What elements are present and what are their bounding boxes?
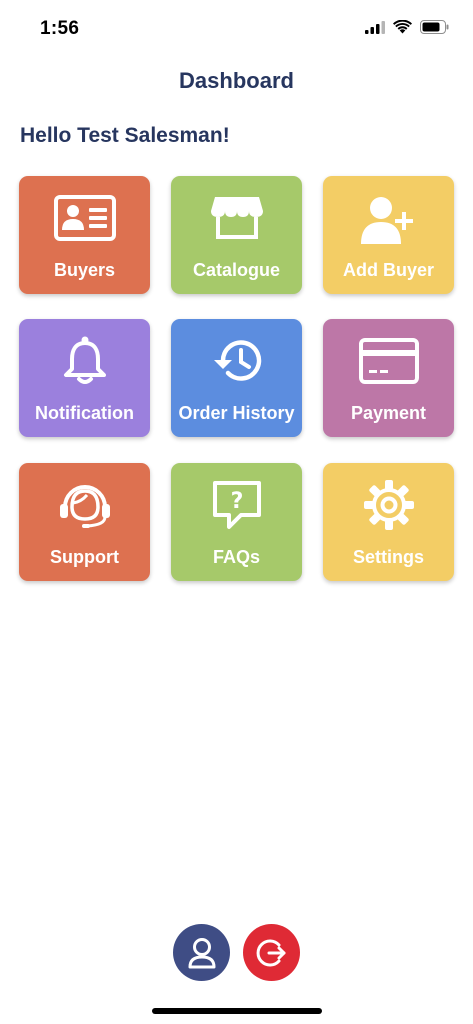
add-user-icon (360, 197, 413, 244)
profile-button[interactable] (173, 924, 230, 981)
status-time: 1:56 (40, 18, 80, 39)
tile-buyers[interactable]: Buyers (19, 176, 150, 294)
gear-icon (363, 480, 414, 530)
tile-support[interactable]: Support (19, 463, 150, 581)
tile-label: Notification (35, 403, 134, 423)
svg-text:?: ? (230, 489, 243, 514)
status-icons (365, 20, 449, 34)
page-title: Dashboard (179, 68, 294, 93)
tile-label: Payment (350, 403, 427, 423)
logout-icon (256, 939, 285, 966)
battery-icon (420, 20, 449, 34)
credit-card-icon (358, 338, 419, 384)
wifi-icon (393, 20, 412, 34)
id-card-icon (53, 195, 116, 241)
tile-settings[interactable]: Settings (323, 463, 454, 581)
bottom-bar (0, 924, 473, 984)
tile-label: Order History (178, 403, 295, 423)
bell-icon (63, 336, 106, 384)
tile-notification[interactable]: Notification (19, 319, 150, 437)
status-bar: 1:56 (0, 0, 473, 56)
tile-payment[interactable]: Payment (323, 319, 454, 437)
history-icon (213, 340, 261, 381)
user-icon (188, 937, 215, 968)
home-indicator (152, 1008, 322, 1014)
tile-catalogue[interactable]: Catalogue (171, 176, 302, 294)
tile-faqs[interactable]: ? FAQs (171, 463, 302, 581)
logout-button[interactable] (243, 924, 300, 981)
tile-label: Add Buyer (342, 260, 434, 280)
tile-label: Buyers (53, 260, 116, 280)
tile-label: Settings (352, 547, 424, 567)
store-icon (210, 197, 263, 239)
tile-add-buyer[interactable]: Add Buyer (323, 176, 454, 294)
signal-icon (365, 20, 385, 34)
tile-label: FAQs (212, 547, 260, 567)
greeting-text: Hello Test Salesman! (20, 124, 230, 147)
tile-order-history[interactable]: Order History (171, 319, 302, 437)
tile-label: Support (50, 547, 119, 567)
question-bubble-icon: ? (212, 481, 261, 529)
tile-label: Catalogue (192, 260, 280, 280)
headset-icon (59, 485, 110, 528)
